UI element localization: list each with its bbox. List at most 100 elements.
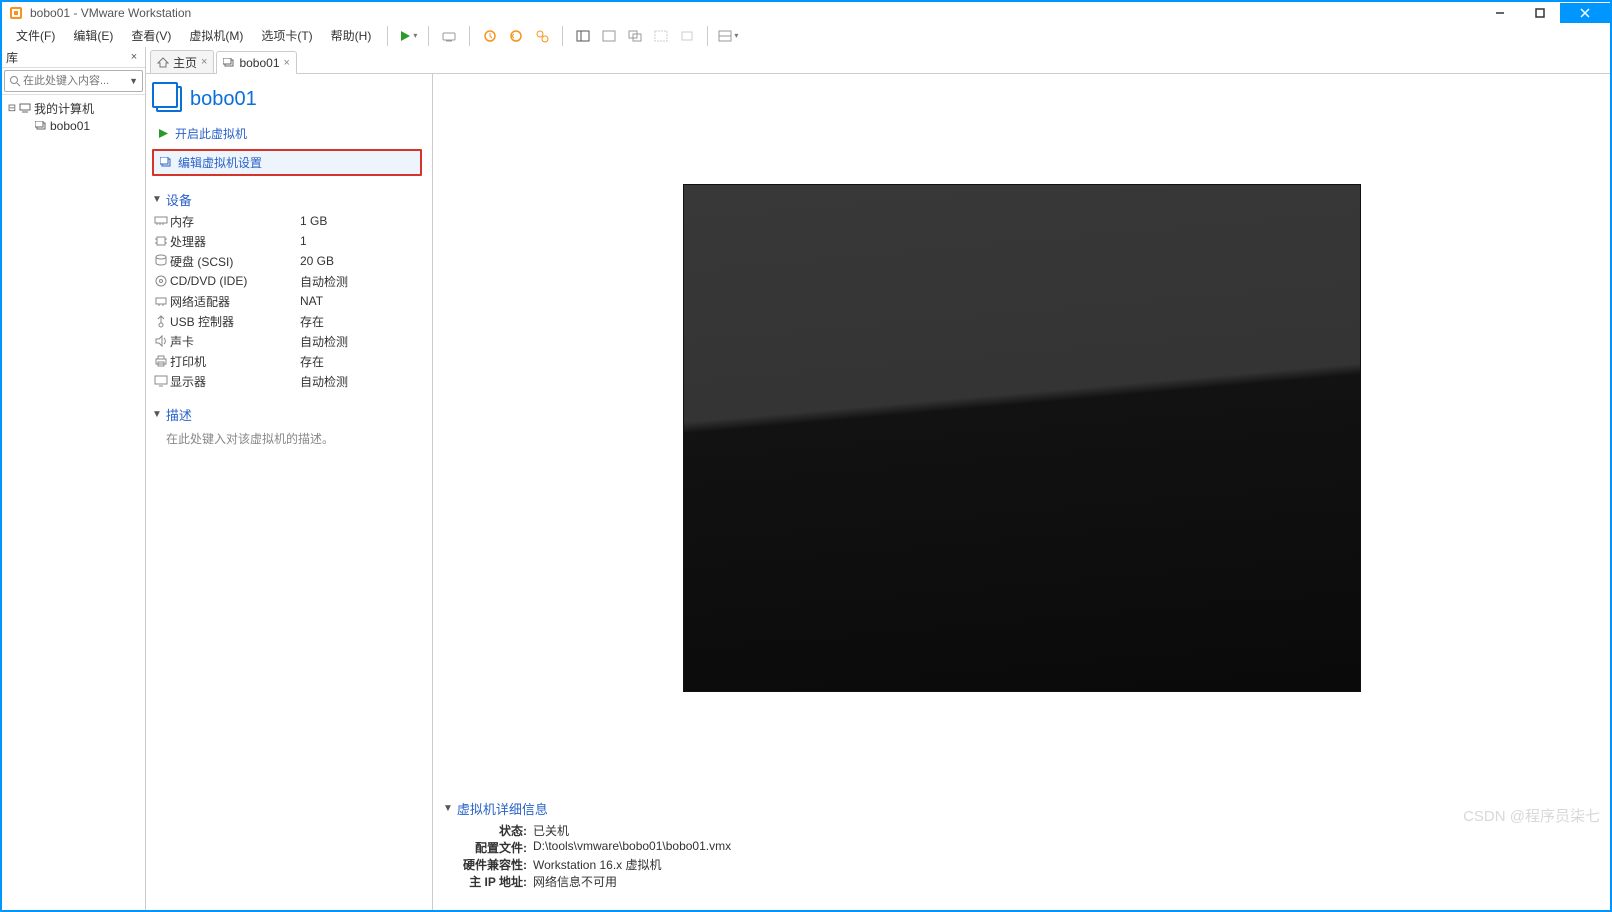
view-fullscreen-button[interactable] xyxy=(649,24,673,48)
menubar: 文件(F) 编辑(E) 查看(V) 虚拟机(M) 选项卡(T) 帮助(H) ▾ … xyxy=(0,24,1612,47)
maximize-button[interactable] xyxy=(1520,3,1560,23)
vm-large-icon xyxy=(156,86,182,112)
display-icon xyxy=(152,374,170,388)
device-label: 硬盘 (SCSI) xyxy=(170,253,300,270)
search-icon xyxy=(9,75,21,87)
device-value: 存在 xyxy=(300,313,324,330)
home-icon xyxy=(157,57,169,68)
computer-icon xyxy=(18,103,32,113)
description-header-label: 描述 xyxy=(166,405,192,424)
app-logo-icon xyxy=(8,5,24,21)
snapshot-manager-button[interactable] xyxy=(530,24,554,48)
menu-file[interactable]: 文件(F) xyxy=(8,25,63,46)
device-label: CD/DVD (IDE) xyxy=(170,274,300,288)
power-on-button[interactable]: ▾ xyxy=(396,24,420,48)
device-label: 处理器 xyxy=(170,233,300,250)
edit-settings-icon xyxy=(160,157,172,168)
menu-help[interactable]: 帮助(H) xyxy=(323,25,380,46)
vm-details-header[interactable]: ▼ 虚拟机详细信息 xyxy=(443,799,1600,818)
view-seamless-button[interactable] xyxy=(675,24,699,48)
device-value: 1 GB xyxy=(300,214,327,228)
tab-vm-close[interactable]: × xyxy=(284,57,290,69)
detail-state-v: 已关机 xyxy=(533,822,569,839)
device-value: 20 GB xyxy=(300,254,334,268)
description-placeholder[interactable]: 在此处键入对该虚拟机的描述。 xyxy=(152,426,422,447)
tab-vm-label: bobo01 xyxy=(239,56,279,70)
device-row-display[interactable]: 显示器自动检测 xyxy=(152,371,422,391)
cpu-icon xyxy=(152,234,170,248)
tree-collapse-icon[interactable]: ⊟ xyxy=(6,103,18,114)
tab-vm[interactable]: bobo01 × xyxy=(216,51,296,74)
tab-home[interactable]: 主页 × xyxy=(150,50,214,73)
menu-view[interactable]: 查看(V) xyxy=(123,25,179,46)
menu-tabs[interactable]: 选项卡(T) xyxy=(253,25,320,46)
collapse-icon: ▼ xyxy=(152,409,162,420)
device-label: 打印机 xyxy=(170,353,300,370)
detail-compat-k: 硬件兼容性: xyxy=(443,856,527,873)
net-icon xyxy=(152,294,170,308)
device-label: USB 控制器 xyxy=(170,313,300,330)
detail-state-k: 状态: xyxy=(443,822,527,839)
collapse-icon: ▼ xyxy=(443,803,453,814)
view-console-button[interactable] xyxy=(597,24,621,48)
library-header: 库 × xyxy=(2,47,145,68)
menu-vm[interactable]: 虚拟机(M) xyxy=(181,25,251,46)
disk-icon xyxy=(152,254,170,268)
detail-config-v: D:\tools\vmware\bobo01\bobo01.vmx xyxy=(533,839,731,856)
device-value: 自动检测 xyxy=(300,373,348,390)
vm-canvas-area: ▼ 虚拟机详细信息 状态:已关机 配置文件:D:\tools\vmware\bo… xyxy=(433,74,1610,910)
vm-title: bobo01 xyxy=(152,82,422,118)
tab-bar: 主页 × bobo01 × xyxy=(146,47,1610,74)
device-row-net[interactable]: 网络适配器NAT xyxy=(152,291,422,311)
device-row-disk[interactable]: 硬盘 (SCSI)20 GB xyxy=(152,251,422,271)
vm-screen-preview xyxy=(683,184,1361,692)
edit-settings-link[interactable]: 编辑虚拟机设置 xyxy=(152,149,422,176)
device-value: 自动检测 xyxy=(300,333,348,350)
library-tree: ⊟ 我的计算机 bobo01 xyxy=(2,95,145,139)
menu-edit[interactable]: 编辑(E) xyxy=(65,25,121,46)
devices-header-label: 设备 xyxy=(166,190,192,209)
window-title: bobo01 - VMware Workstation xyxy=(30,6,191,20)
device-value: NAT xyxy=(300,294,323,308)
minimize-button[interactable] xyxy=(1480,3,1520,23)
device-row-cpu[interactable]: 处理器1 xyxy=(152,231,422,251)
power-on-label: 开启此虚拟机 xyxy=(175,125,247,142)
device-row-usb[interactable]: USB 控制器存在 xyxy=(152,311,422,331)
vm-icon xyxy=(34,121,48,131)
device-row-sound[interactable]: 声卡自动检测 xyxy=(152,331,422,351)
vm-details: ▼ 虚拟机详细信息 状态:已关机 配置文件:D:\tools\vmware\bo… xyxy=(433,793,1610,910)
tree-root-my-computer[interactable]: ⊟ 我的计算机 xyxy=(2,99,145,117)
library-search[interactable]: ▼ xyxy=(4,70,143,92)
vm-name: bobo01 xyxy=(190,88,257,111)
device-label: 网络适配器 xyxy=(170,293,300,310)
snapshot-button[interactable] xyxy=(478,24,502,48)
play-icon xyxy=(158,128,169,139)
tree-item-bobo01[interactable]: bobo01 xyxy=(2,117,145,135)
device-row-memory[interactable]: 内存1 GB xyxy=(152,211,422,231)
tab-home-close[interactable]: × xyxy=(201,56,207,68)
snapshot-revert-button[interactable] xyxy=(504,24,528,48)
close-button[interactable] xyxy=(1560,3,1610,23)
library-search-input[interactable] xyxy=(21,74,129,88)
power-on-link[interactable]: 开启此虚拟机 xyxy=(152,122,422,145)
device-row-cd[interactable]: CD/DVD (IDE)自动检测 xyxy=(152,271,422,291)
tab-home-label: 主页 xyxy=(173,54,197,71)
collapse-icon: ▼ xyxy=(152,194,162,205)
view-unity-button[interactable] xyxy=(623,24,647,48)
view-sidebar-button[interactable] xyxy=(571,24,595,48)
send-ctrl-alt-del-button[interactable] xyxy=(437,24,461,48)
printer-icon xyxy=(152,354,170,368)
device-row-printer[interactable]: 打印机存在 xyxy=(152,351,422,371)
tree-item-label: bobo01 xyxy=(50,119,90,133)
device-value: 自动检测 xyxy=(300,273,348,290)
cd-icon xyxy=(152,274,170,288)
search-dropdown-icon[interactable]: ▼ xyxy=(129,76,138,86)
devices-header[interactable]: ▼ 设备 xyxy=(152,188,422,211)
description-header[interactable]: ▼ 描述 xyxy=(152,403,422,426)
device-label: 内存 xyxy=(170,213,300,230)
view-stretch-button[interactable]: ▾ xyxy=(716,24,740,48)
library-close-button[interactable]: × xyxy=(127,50,141,64)
device-label: 显示器 xyxy=(170,373,300,390)
detail-ip-v: 网络信息不可用 xyxy=(533,873,617,890)
detail-ip-k: 主 IP 地址: xyxy=(443,873,527,890)
